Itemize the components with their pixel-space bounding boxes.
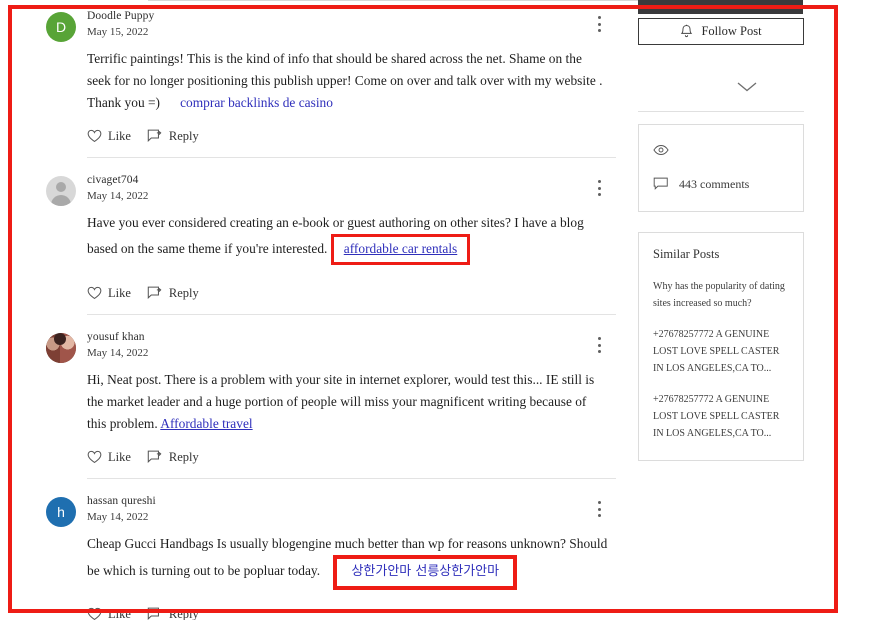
comment-date: May 15, 2022 xyxy=(87,26,149,38)
comment-body: Hi, Neat post. There is a problem with y… xyxy=(87,369,608,435)
comment-link[interactable]: comprar backlinks de casino xyxy=(180,95,333,110)
like-label: Like xyxy=(108,285,131,300)
comment-header: civaget704 May 14, 2022 xyxy=(46,172,616,212)
reply-button[interactable]: Reply xyxy=(147,286,199,301)
reply-button[interactable]: Reply xyxy=(147,607,199,620)
comment-item: D Doodle Puppy May 15, 2022 Terrific pai… xyxy=(46,8,616,160)
bell-icon xyxy=(680,24,693,39)
comment-author: yousuf khan xyxy=(87,331,145,343)
chevron-down-icon xyxy=(736,81,758,93)
expand-toggle[interactable] xyxy=(638,67,804,107)
avatar[interactable] xyxy=(46,176,76,206)
similar-posts-card: Similar Posts Why has the popularity of … xyxy=(638,232,804,461)
comment-date: May 14, 2022 xyxy=(87,190,149,202)
like-button[interactable]: Like xyxy=(87,607,131,620)
eye-icon xyxy=(653,144,669,156)
comment-divider xyxy=(87,157,616,158)
comment-link[interactable]: Affordable travel xyxy=(160,416,252,431)
reply-label: Reply xyxy=(168,606,199,620)
reply-label: Reply xyxy=(168,285,199,300)
comment-actions: Like Reply xyxy=(87,602,616,620)
reply-icon xyxy=(147,450,163,464)
like-label: Like xyxy=(108,128,131,143)
comment-date: May 14, 2022 xyxy=(87,347,149,359)
comment-actions: Like Reply xyxy=(87,445,616,469)
reply-label: Reply xyxy=(168,449,199,464)
like-label: Like xyxy=(108,449,131,464)
comment-author: hassan qureshi xyxy=(87,495,156,507)
comment-link[interactable]: affordable car rentals xyxy=(344,241,458,256)
annotation-highlight-box[interactable]: 상한가안마 선릉상한가안마 xyxy=(333,555,518,590)
avatar[interactable]: D xyxy=(46,12,76,42)
avatar[interactable] xyxy=(46,333,76,363)
similar-post-item[interactable]: Why has the popularity of dating sites i… xyxy=(653,278,789,312)
comment-item: yousuf khan May 14, 2022 Hi, Neat post. … xyxy=(46,329,616,481)
post-stats-card: 443 comments xyxy=(638,124,804,212)
similar-post-item[interactable]: +27678257772 A GENUINE LOST LOVE SPELL C… xyxy=(653,391,789,442)
like-button[interactable]: Like xyxy=(87,450,131,465)
like-button[interactable]: Like xyxy=(87,286,131,301)
avatar-initial: h xyxy=(57,504,65,520)
heart-icon xyxy=(87,607,102,620)
heart-icon xyxy=(87,129,102,143)
more-options-icon[interactable] xyxy=(592,178,606,198)
comment-author: Doodle Puppy xyxy=(87,10,155,22)
comment-header: D Doodle Puppy May 15, 2022 xyxy=(46,8,616,48)
more-options-icon[interactable] xyxy=(592,499,606,519)
top-divider-line xyxy=(148,0,638,1)
comment-author: civaget704 xyxy=(87,174,139,186)
comment-date: May 14, 2022 xyxy=(87,511,149,523)
top-dark-bar xyxy=(638,0,803,14)
comment-item: h hassan qureshi May 14, 2022 Cheap Gucc… xyxy=(46,493,616,620)
reply-icon xyxy=(147,607,163,620)
comments-list: D Doodle Puppy May 15, 2022 Terrific pai… xyxy=(46,8,616,620)
comment-actions: Like Reply xyxy=(87,124,616,148)
like-button[interactable]: Like xyxy=(87,129,131,144)
comment-body: Have you ever considered creating an e-b… xyxy=(87,212,608,265)
reply-button[interactable]: Reply xyxy=(147,129,199,144)
like-label: Like xyxy=(108,606,131,620)
sidebar: Follow Post 443 comments Similar Posts W… xyxy=(638,18,804,461)
avatar-placeholder-head xyxy=(56,182,66,192)
views-row xyxy=(653,137,789,163)
reply-button[interactable]: Reply xyxy=(147,450,199,465)
follow-post-button[interactable]: Follow Post xyxy=(638,18,804,45)
page-root: D Doodle Puppy May 15, 2022 Terrific pai… xyxy=(0,0,895,620)
heart-icon xyxy=(87,286,102,300)
comment-text: Terrific paintings! This is the kind of … xyxy=(87,51,603,110)
similar-posts-title: Similar Posts xyxy=(653,247,720,261)
heart-icon xyxy=(87,450,102,464)
similar-post-item[interactable]: +27678257772 A GENUINE LOST LOVE SPELL C… xyxy=(653,326,789,377)
reply-icon xyxy=(147,286,163,300)
more-options-icon[interactable] xyxy=(592,335,606,355)
comment-header: yousuf khan May 14, 2022 xyxy=(46,329,616,369)
comment-header: h hassan qureshi May 14, 2022 xyxy=(46,493,616,533)
more-options-icon[interactable] xyxy=(592,14,606,34)
comments-count-row: 443 comments xyxy=(653,171,789,197)
comment-divider xyxy=(87,314,616,315)
comments-count-label: 443 comments xyxy=(679,176,750,191)
comment-bubble-icon xyxy=(653,177,669,191)
comment-body: Cheap Gucci Handbags Is usually blogengi… xyxy=(87,533,608,590)
comment-body: Terrific paintings! This is the kind of … xyxy=(87,48,608,114)
comment-item: civaget704 May 14, 2022 Have you ever co… xyxy=(46,172,616,317)
comment-actions: Like Reply xyxy=(87,281,616,305)
follow-post-label: Follow Post xyxy=(701,24,762,38)
reply-label: Reply xyxy=(168,128,199,143)
avatar[interactable]: h xyxy=(46,497,76,527)
comment-divider xyxy=(87,478,616,479)
annotation-highlight-box: affordable car rentals xyxy=(330,234,471,265)
avatar-initial: D xyxy=(55,19,67,35)
avatar-placeholder-body xyxy=(51,195,71,206)
sidebar-divider xyxy=(638,111,804,112)
reply-icon xyxy=(147,129,163,143)
avatar-photo-top xyxy=(54,333,66,345)
